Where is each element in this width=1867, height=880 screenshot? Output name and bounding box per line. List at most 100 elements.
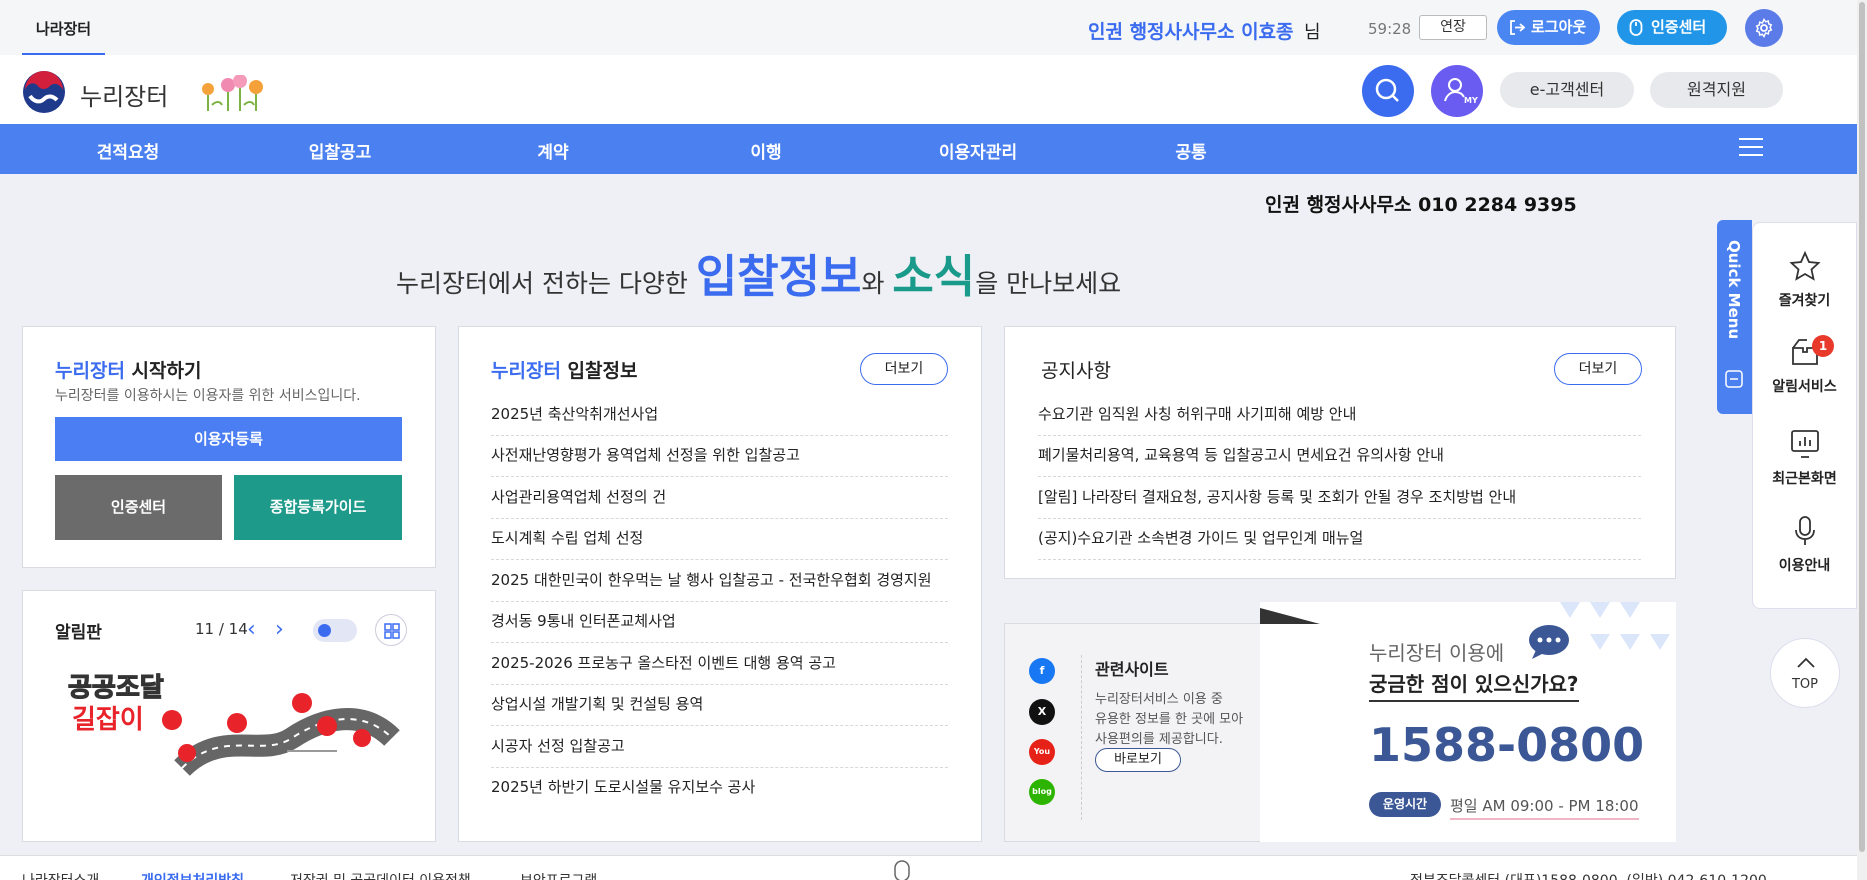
monitor-icon [1790, 430, 1819, 458]
bid-list-item[interactable]: 사전재난영향평가 용역업체 선정을 위한 입찰공고 [491, 444, 948, 477]
collapse-icon[interactable] [1725, 370, 1743, 388]
top-bar: 나라장터 인권 행정사사무소 이효종 님 59:28 연장 로그아웃 인증센터 [0, 0, 1857, 55]
bid-list-item[interactable]: 상업시설 개발기획 및 컨설팅 용역 [491, 693, 948, 726]
bid-list-item[interactable]: 2025 대한민국이 한우먹는 날 행사 입찰공고 - 전국한우협회 경영지원 [491, 569, 948, 602]
alarm-label: 알림서비스 [1772, 379, 1837, 395]
registration-guide-button[interactable]: 종합등록가이드 [234, 475, 402, 540]
cert-center-button[interactable]: 인증센터 [1617, 10, 1727, 45]
support-line-1: 누리장터 이용에 [1369, 641, 1505, 665]
banner-image-title-2: 길잡이 [72, 705, 144, 735]
footer-link-security[interactable]: 보안프로그램 [520, 870, 597, 880]
notices-title: 공지사항 [1041, 360, 1111, 382]
nav-item-execution[interactable]: 이행 [750, 138, 781, 163]
logout-icon [1510, 20, 1525, 35]
notice-list-item[interactable]: 폐기물처리용역, 교육용역 등 입찰공고시 면세요건 유의사항 안내 [1038, 444, 1641, 477]
quick-favorites[interactable]: 즐겨찾기 [1752, 250, 1857, 310]
grid-view-icon[interactable] [375, 614, 407, 646]
scroll-top-button[interactable]: TOP [1770, 638, 1840, 708]
x-icon[interactable]: X [1029, 699, 1055, 725]
quick-menu-label: Quick Menu [1725, 240, 1743, 340]
menu-icon[interactable] [1739, 138, 1763, 160]
chevron-right-icon[interactable]: › [275, 617, 284, 642]
footer-contact: 정부조달콜센터 (대표)1588-0800, (일반) 042-610-1200 [1410, 870, 1767, 880]
support-line-2: 궁금한 점이 있으신가요? [1369, 668, 1579, 702]
bid-list-item[interactable]: 경서동 9통내 인터폰교체사업 [491, 610, 948, 643]
flowers-icon [202, 75, 263, 111]
bid-list-item[interactable]: 도시계획 수립 업체 선정 [491, 527, 948, 560]
user-suffix: 님 [1304, 22, 1321, 43]
footer: 나라장터소개 개인정보처리방침 저작권 및 공공데이터 이용정책 보안프로그램 … [0, 855, 1857, 880]
notice-list-item[interactable]: (공지)수요기관 소속변경 가이드 및 업무인계 매뉴얼 [1038, 527, 1641, 560]
contact-line: 인권 행정사사무소 010 2284 9395 [1265, 194, 1577, 216]
bid-list-item[interactable]: 2025년 축산악취개선사업 [491, 403, 948, 436]
start-card-title: 누리장터 시작하기 [55, 356, 201, 383]
main-nav: 견적요청 입찰공고 계약 이행 이용자관리 공통 [0, 124, 1857, 174]
bid-list-item[interactable]: 2025년 하반기 도로시설물 유지보수 공사 [491, 776, 948, 808]
related-desc-3: 사용편의를 제공합니다. [1095, 732, 1223, 747]
government-logo-icon[interactable] [22, 70, 66, 114]
bid-info-title-highlight: 누리장터 [491, 360, 561, 382]
header: 누리장터 MY e-고객센터 원격지원 [0, 55, 1857, 124]
nav-item-common[interactable]: 공통 [1175, 138, 1206, 163]
bid-info-more-button[interactable]: 더보기 [860, 353, 948, 385]
logo-text[interactable]: 누리장터 [80, 77, 168, 112]
gear-icon [1755, 18, 1773, 38]
blog-icon[interactable]: blog [1029, 779, 1055, 805]
quick-recent-screens[interactable]: 최근본화면 [1752, 428, 1857, 488]
settings-button[interactable] [1745, 9, 1783, 47]
divider [1081, 655, 1082, 820]
nav-item-contract[interactable]: 계약 [537, 138, 568, 163]
search-button[interactable] [1362, 65, 1414, 117]
quick-guide[interactable]: 이용안내 [1752, 515, 1857, 575]
logout-button[interactable]: 로그아웃 [1497, 10, 1600, 45]
favorites-label: 즐겨찾기 [1778, 293, 1831, 309]
tagline: 누리장터에서 전하는 다양한 입찰정보와 소식을 만나보세요 [396, 240, 1121, 305]
footer-link-privacy[interactable]: 개인정보처리방침 [141, 870, 244, 880]
scroll-mouse-icon [894, 860, 910, 880]
notice-list-item[interactable]: 수요기관 임직원 사칭 허위구매 사기피해 예방 안내 [1038, 403, 1641, 436]
user-register-button[interactable]: 이용자등록 [55, 417, 402, 461]
bid-list-item[interactable]: 시공자 선정 입찰공고 [491, 735, 948, 768]
youtube-icon[interactable]: You [1029, 739, 1055, 765]
footer-link-copyright[interactable]: 저작권 및 공공데이터 이용정책 [290, 870, 471, 880]
board-page-indicator: 11 / 14 [195, 620, 248, 638]
related-desc-1: 누리장터서비스 이용 중 [1095, 692, 1223, 707]
notice-list-item[interactable]: [알림] 나라장터 결재요청, 공지사항 등록 및 조회가 안될 경우 조치방법… [1038, 486, 1641, 519]
related-desc-2: 유용한 정보를 한 곳에 모아 [1095, 712, 1244, 727]
my-page-button[interactable]: MY [1431, 65, 1483, 117]
page-scrollbar[interactable] [1857, 0, 1867, 880]
nav-item-quote-request[interactable]: 견적요청 [97, 138, 160, 163]
start-card-subtitle: 누리장터를 이용하시는 이용자를 위한 서비스입니다. [55, 388, 361, 404]
procurement-guide-banner-image[interactable]: 공공조달 길잡이 [62, 668, 402, 778]
bid-list-item[interactable]: 2025-2026 프로농구 올스타전 이벤트 대행 용역 공고 [491, 652, 948, 685]
extend-session-button[interactable]: 연장 [1419, 15, 1487, 40]
bid-info-title: 누리장터 입찰정보 [491, 356, 637, 383]
bid-info-title-rest: 입찰정보 [560, 360, 638, 382]
support-hours: 평일 AM 09:00 - PM 18:00 [1450, 795, 1639, 820]
quick-alarm-service[interactable]: 알림서비스 [1752, 336, 1857, 396]
chevron-left-icon[interactable]: ‹ [247, 617, 256, 642]
view-related-button[interactable]: 바로보기 [1095, 748, 1181, 772]
alarm-count-badge: 1 [1812, 335, 1834, 357]
tagline-news: 소식 [892, 250, 976, 303]
notices-more-button[interactable]: 더보기 [1554, 353, 1642, 385]
mouse-icon [1629, 19, 1643, 36]
tagline-pre: 누리장터에서 전하는 다양한 [396, 269, 696, 298]
nav-item-bid-notice[interactable]: 입찰공고 [309, 138, 372, 163]
top-label: TOP [1791, 677, 1818, 692]
cert-center-card-button[interactable]: 인증센터 [55, 475, 222, 540]
bid-list-item[interactable]: 사업관리용역업체 선정의 건 [491, 486, 948, 519]
tab-naramarket[interactable]: 나라장터 [22, 0, 105, 55]
chevron-up-icon [1797, 657, 1815, 668]
related-sites-title: 관련사이트 [1095, 660, 1169, 679]
tagline-bid-info: 입찰정보 [695, 250, 862, 303]
remote-support-button[interactable]: 원격지원 [1650, 72, 1783, 108]
notice-board-title: 알림판 [55, 623, 102, 643]
facebook-icon[interactable]: f [1029, 658, 1055, 684]
nav-item-user-management[interactable]: 이용자관리 [939, 138, 1017, 163]
support-phone: 1588-0800 [1369, 718, 1645, 772]
footer-link-about[interactable]: 나라장터소개 [22, 870, 99, 880]
autoplay-toggle[interactable] [313, 619, 357, 642]
recent-label: 최근본화면 [1772, 471, 1837, 487]
e-customer-center-button[interactable]: e-고객센터 [1500, 72, 1634, 108]
